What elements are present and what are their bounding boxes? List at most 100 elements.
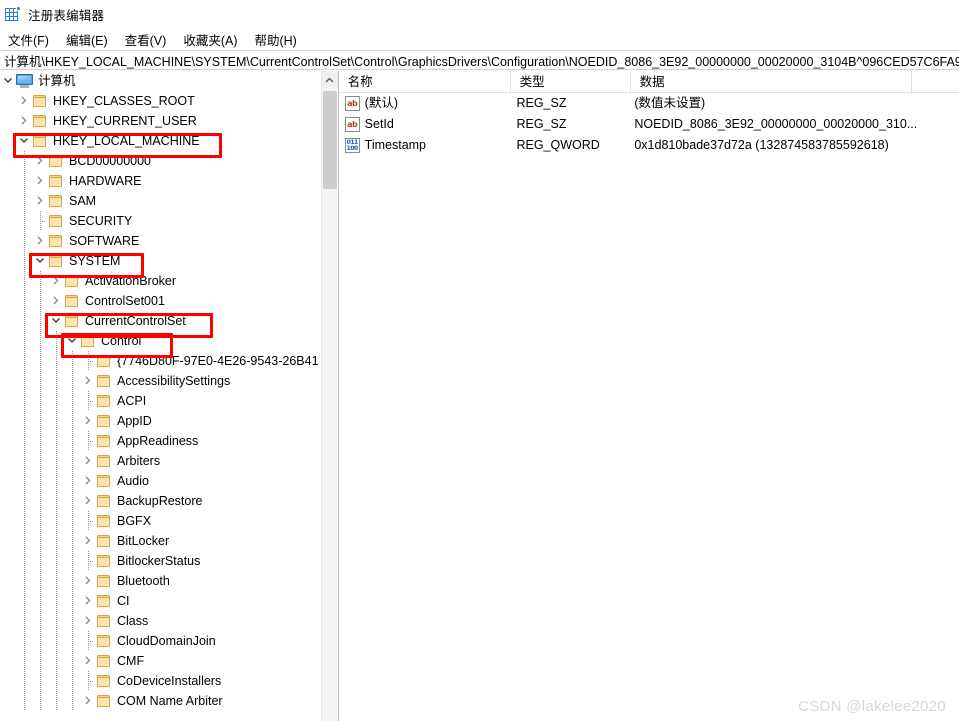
tree-scrollbar-thumb[interactable]	[322, 91, 337, 189]
chevron-right-icon[interactable]	[32, 191, 48, 211]
tree-item-acpi[interactable]: ACPI	[0, 391, 328, 411]
value-data-cell: (数值未设置)	[634, 96, 706, 110]
tree-item-codeviceinstallers[interactable]: CoDeviceInstallers	[0, 671, 328, 691]
tree-item-control[interactable]: Control	[0, 331, 328, 351]
chevron-down-icon[interactable]	[0, 71, 16, 91]
chevron-right-icon[interactable]	[80, 371, 96, 391]
tree-item-system[interactable]: SYSTEM	[0, 251, 328, 271]
chevron-right-icon[interactable]	[32, 171, 48, 191]
chevron-right-icon[interactable]	[80, 591, 96, 611]
chevron-right-icon[interactable]	[32, 151, 48, 171]
chevron-right-icon[interactable]	[80, 531, 96, 551]
menu-item-file[interactable]: 文件(F)	[8, 28, 58, 51]
chevron-down-icon[interactable]	[48, 311, 64, 331]
value-row[interactable]: ab SetId REG_SZ NOEDID_8086_3E92_00000000_0…	[339, 114, 959, 135]
chevron-right-icon[interactable]	[80, 491, 96, 511]
chevron-right-icon[interactable]	[80, 651, 96, 671]
tree-item-7746d80f-97e0-4e26-9543-26b41[interactable]: {7746D80F-97E0-4E26-9543-26B41	[0, 351, 328, 371]
tree-item-appid[interactable]: AppID	[0, 411, 328, 431]
tree-indent	[48, 611, 64, 631]
tree-indent	[64, 571, 80, 591]
tree-item-bgfx[interactable]: BGFX	[0, 511, 328, 531]
tree-item-hkey-local-machine[interactable]: HKEY_LOCAL_MACHINE	[0, 131, 328, 151]
tree-indent	[48, 431, 64, 451]
tree-item-class[interactable]: Class	[0, 611, 328, 631]
chevron-right-icon[interactable]	[80, 691, 96, 711]
tree-item-backuprestore[interactable]: BackupRestore	[0, 491, 328, 511]
chevron-down-icon[interactable]	[32, 251, 48, 271]
value-row[interactable]: 011 100 Timestamp REG_QWORD 0x1d810bade37d72…	[339, 135, 959, 156]
tree-item-arbiters[interactable]: Arbiters	[0, 451, 328, 471]
menu-item-favorites[interactable]: 收藏夹(A)	[183, 28, 246, 51]
chevron-right-icon[interactable]	[48, 291, 64, 311]
tree-indent	[32, 591, 48, 611]
registry-tree[interactable]: 计算机 HKEY_CLASSES_ROOT HKEY_CURRENT_USER HKE…	[0, 71, 328, 721]
tree-item-hardware[interactable]: HARDWARE	[0, 171, 328, 191]
tree-item-appreadiness[interactable]: AppReadiness	[0, 431, 328, 451]
chevron-right-icon[interactable]	[80, 471, 96, 491]
tree-item-controlset001[interactable]: ControlSet001	[0, 291, 328, 311]
tree-item-currentcontrolset[interactable]: CurrentControlSet	[0, 311, 328, 331]
chevron-right-icon[interactable]	[80, 411, 96, 431]
tree-item-security[interactable]: SECURITY	[0, 211, 328, 231]
tree-item-activationbroker[interactable]: ActivationBroker	[0, 271, 328, 291]
tree-item-sam[interactable]: SAM	[0, 191, 328, 211]
tree-item-bluetooth[interactable]: Bluetooth	[0, 571, 328, 591]
chevron-down-icon[interactable]	[64, 331, 80, 351]
address-bar[interactable]: 计算机\HKEY_LOCAL_MACHINE\SYSTEM\CurrentCon…	[0, 50, 959, 70]
chevron-right-icon[interactable]	[80, 611, 96, 631]
chevron-right-icon[interactable]	[48, 271, 64, 291]
column-header-name[interactable]: 名称	[339, 71, 511, 93]
tree-item-[interactable]: 计算机	[0, 71, 328, 91]
value-name-cell[interactable]: 011 100 Timestamp	[339, 135, 508, 156]
chevron-up-icon[interactable]	[321, 71, 338, 88]
tree-item-label: AppReadiness	[117, 434, 199, 448]
value-row[interactable]: ab (默认) REG_SZ (数值未设置)	[339, 93, 959, 114]
menu-item-edit[interactable]: 编辑(E)	[66, 28, 117, 51]
menu-item-help[interactable]: 帮助(H)	[254, 28, 305, 51]
tree-item-label: Arbiters	[117, 454, 161, 468]
folder-icon	[96, 374, 112, 388]
chevron-right-icon[interactable]	[80, 451, 96, 471]
tree-indent	[64, 391, 80, 411]
value-name-cell[interactable]: ab (默认)	[339, 93, 508, 114]
value-name-cell[interactable]: ab SetId	[339, 114, 508, 135]
tree-item-hkey-current-user[interactable]: HKEY_CURRENT_USER	[0, 111, 328, 131]
tree-item-hkey-classes-root[interactable]: HKEY_CLASSES_ROOT	[0, 91, 328, 111]
tree-item-label: 计算机	[38, 74, 76, 88]
tree-item-bitlocker[interactable]: BitLocker	[0, 531, 328, 551]
tree-item-audio[interactable]: Audio	[0, 471, 328, 491]
tree-item-software[interactable]: SOFTWARE	[0, 231, 328, 251]
tree-item-ci[interactable]: CI	[0, 591, 328, 611]
tree-indent	[32, 331, 48, 351]
tree-item-clouddomainjoin[interactable]: CloudDomainJoin	[0, 631, 328, 651]
tree-scrollbar[interactable]	[320, 71, 338, 721]
tree-item-com-name-arbiter[interactable]: COM Name Arbiter	[0, 691, 328, 711]
tree-indent	[16, 651, 32, 671]
chevron-right-icon[interactable]	[16, 111, 32, 131]
chevron-down-icon[interactable]	[16, 131, 32, 151]
tree-item-label: ControlSet001	[85, 294, 165, 308]
column-header-type[interactable]: 类型	[511, 71, 631, 93]
tree-item-bcd00000000[interactable]: BCD00000000	[0, 151, 328, 171]
tree-item-cmf[interactable]: CMF	[0, 651, 328, 671]
tree-item-bitlockerstatus[interactable]: BitlockerStatus	[0, 551, 328, 571]
address-path[interactable]: 计算机\HKEY_LOCAL_MACHINE\SYSTEM\CurrentCon…	[4, 51, 959, 69]
chevron-right-icon[interactable]	[16, 91, 32, 111]
menu-item-view[interactable]: 查看(V)	[125, 28, 176, 51]
tree-connector	[80, 391, 96, 411]
chevron-right-icon[interactable]	[80, 571, 96, 591]
tree-connector	[80, 431, 96, 451]
chevron-right-icon[interactable]	[32, 231, 48, 251]
value-list-body: ab (默认) REG_SZ (数值未设置) ab SetId REG_SZ NOEDID_8…	[339, 93, 959, 156]
tree-item-label: SAM	[69, 194, 97, 208]
tree-indent	[64, 531, 80, 551]
column-header-data[interactable]: 数据	[631, 71, 912, 93]
folder-icon	[64, 294, 80, 308]
value-list-panel: 名称 类型 数据 ab (默认) REG_SZ (数值未设置) ab SetId REG_S…	[338, 71, 959, 721]
value-data-cell: NOEDID_8086_3E92_00000000_00020000_310..…	[634, 117, 918, 131]
value-icon-glyph: ab	[347, 99, 358, 108]
tree-item-accessibilitysettings[interactable]: AccessibilitySettings	[0, 371, 328, 391]
